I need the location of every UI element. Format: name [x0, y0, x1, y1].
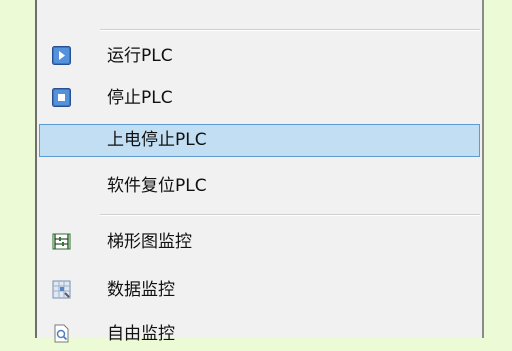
menu-item-run-plc[interactable]: 运行PLC — [39, 40, 480, 73]
menu-item-data-monitor[interactable]: 数据监控 — [39, 274, 480, 307]
menu-item-label: 停止PLC — [107, 88, 173, 108]
stop-icon — [52, 88, 71, 107]
ladder-monitor-icon — [52, 232, 71, 251]
menu-item-label: 数据监控 — [107, 280, 175, 300]
free-monitor-icon — [52, 324, 71, 343]
menu-item-label: 运行PLC — [107, 46, 173, 66]
menu-item-free-monitor[interactable]: 自由监控 — [39, 318, 480, 351]
menu-item-label: 上电停止PLC — [107, 130, 207, 150]
menu-separator — [100, 29, 480, 31]
menu-separator — [100, 214, 480, 216]
run-icon — [52, 46, 71, 65]
menu-item-ladder-monitor[interactable]: 梯形图监控 — [39, 226, 480, 259]
background-right — [484, 0, 512, 338]
data-monitor-icon — [52, 280, 71, 299]
menu-item-stop-plc[interactable]: 停止PLC — [39, 82, 480, 115]
menu-item-label: 软件复位PLC — [107, 176, 207, 196]
menu-item-label: 梯形图监控 — [107, 232, 192, 252]
menu-item-software-reset-plc[interactable]: 软件复位PLC — [39, 170, 480, 203]
background-left — [0, 0, 35, 338]
menu-item-power-on-stop-plc[interactable]: 上电停止PLC — [39, 124, 480, 157]
menu-item-label: 自由监控 — [107, 324, 175, 344]
